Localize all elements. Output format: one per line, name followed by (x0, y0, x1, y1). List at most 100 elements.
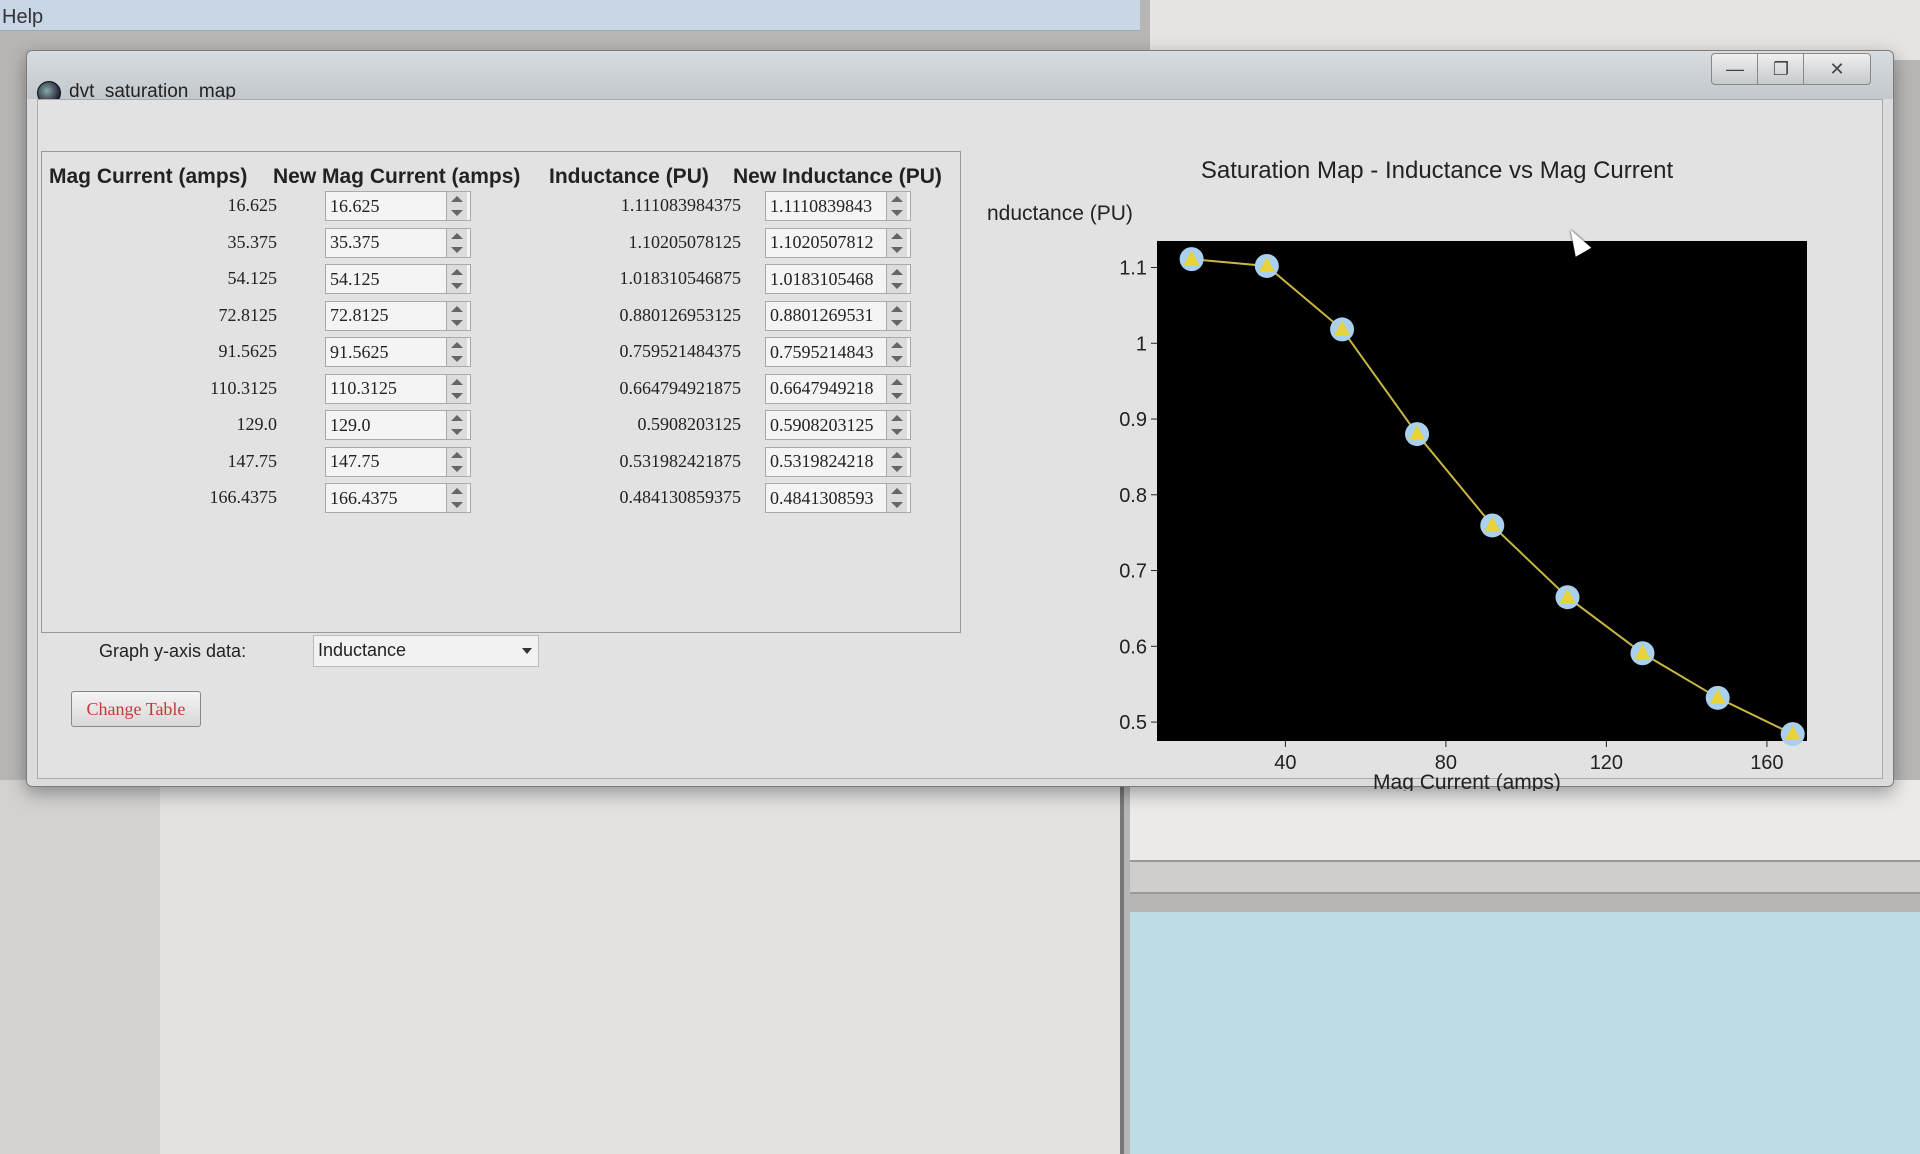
spinner-arrows-icon[interactable] (886, 228, 907, 257)
chart-x-axis-label: Mag Current (amps) (1373, 771, 1561, 791)
data-point (1780, 722, 1805, 747)
y-tick-label: 0.5 (1119, 712, 1147, 734)
spinner-arrows-icon[interactable] (886, 338, 907, 366)
header-new-mag-current: New Mag Current (amps) (273, 165, 521, 188)
data-point (1480, 513, 1505, 538)
spinner-arrows-icon[interactable] (446, 484, 467, 512)
new-mag-current-spinner[interactable] (325, 337, 471, 367)
spinner-arrows-icon[interactable] (446, 447, 467, 476)
background-right-strip (1130, 860, 1920, 894)
y-ticks: 0.5 0.6 0.7 0.8 0.9 1 1.1 (1119, 258, 1157, 734)
new-inductance-spinner[interactable] (765, 337, 911, 367)
help-menu[interactable]: Help (2, 6, 43, 29)
mag-current-cell: 35.375 (227, 231, 278, 252)
spinner-arrows-icon[interactable] (886, 301, 907, 330)
x-tick-label: 40 (1274, 752, 1296, 774)
background-right-panel (1130, 780, 1920, 860)
new-mag-current-spinner[interactable] (325, 227, 471, 258)
inductance-cell: 1.111083984375 (620, 195, 741, 215)
new-mag-current-spinner[interactable] (325, 264, 471, 294)
new-mag-current-spinner[interactable] (325, 446, 471, 477)
data-point (1179, 247, 1204, 272)
mag-current-cell: 110.3125 (210, 377, 277, 398)
inductance-cell: 0.484130859375 (619, 487, 742, 507)
spinner-arrows-icon[interactable] (446, 192, 467, 220)
mag-current-cell: 91.5625 (218, 341, 278, 361)
mag-current-cell: 54.125 (227, 268, 278, 288)
new-mag-current-spinner[interactable] (325, 410, 471, 440)
data-point (1330, 317, 1355, 342)
y-tick-label: 0.6 (1119, 636, 1147, 658)
background-main-panel (160, 780, 1124, 1154)
inductance-cell: 0.531982421875 (619, 450, 742, 471)
new-inductance-spinner[interactable] (765, 483, 911, 513)
data-point (1405, 422, 1430, 447)
spinner-arrows-icon[interactable] (446, 265, 467, 293)
new-mag-current-spinner[interactable] (325, 191, 471, 221)
spinner-arrows-icon[interactable] (886, 265, 907, 293)
chart-y-axis-label: Inductance (PU) (987, 202, 1133, 225)
inductance-cell: 0.759521484375 (619, 341, 742, 361)
chevron-down-icon (522, 648, 532, 654)
x-ticks: 40 80 120 160 (1274, 741, 1784, 774)
new-inductance-spinner[interactable] (765, 300, 911, 331)
y-tick-label: 1 (1136, 333, 1147, 355)
background-menubar: Help (0, 0, 1140, 31)
spinner-arrows-icon[interactable] (886, 411, 907, 439)
inductance-cell: 0.880126953125 (619, 304, 742, 325)
graph-y-axis-value: Inductance (318, 640, 407, 660)
new-mag-current-spinner[interactable] (325, 373, 471, 404)
new-inductance-spinner[interactable] (765, 373, 911, 404)
minimize-button[interactable]: — (1711, 53, 1759, 85)
plot-area (1157, 241, 1807, 741)
spinner-arrows-icon[interactable] (446, 338, 467, 366)
chart-title: Saturation Map - Inductance vs Mag Curre… (1201, 157, 1674, 184)
data-point (1555, 585, 1580, 610)
data-point (1630, 641, 1655, 666)
header-mag-current: Mag Current (amps) (49, 165, 248, 188)
graph-y-axis-label: Graph y-axis data: (99, 641, 247, 661)
header-inductance: Inductance (PU) (549, 165, 709, 188)
maximize-button[interactable]: ❐ (1757, 53, 1805, 85)
spinner-arrows-icon[interactable] (446, 411, 467, 439)
spinner-arrows-icon[interactable] (446, 301, 467, 330)
background-left-panel (0, 780, 162, 1154)
new-inductance-spinner[interactable] (765, 191, 911, 221)
close-button[interactable]: ✕ (1803, 53, 1871, 85)
background-blue-area (1130, 912, 1920, 1154)
x-tick-label: 120 (1590, 752, 1623, 774)
spinner-arrows-icon[interactable] (886, 192, 907, 220)
spinner-arrows-icon[interactable] (446, 374, 467, 403)
new-mag-current-spinner[interactable] (325, 300, 471, 331)
y-tick-label: 0.8 (1119, 485, 1147, 507)
spinner-arrows-icon[interactable] (886, 484, 907, 512)
graph-y-axis-select[interactable]: Inductance (313, 635, 539, 667)
new-inductance-spinner[interactable] (765, 410, 911, 440)
inductance-cell: 1.10205078125 (628, 231, 742, 252)
x-tick-label: 160 (1750, 752, 1783, 774)
new-mag-current-spinner[interactable] (325, 483, 471, 513)
spinner-arrows-icon[interactable] (446, 228, 467, 257)
y-tick-label: 1.1 (1119, 258, 1147, 280)
new-inductance-spinner[interactable] (765, 446, 911, 477)
header-new-inductance: New Inductance (PU) (733, 165, 942, 188)
saturation-chart: Saturation Map - Inductance vs Mag Curre… (987, 157, 1807, 791)
inductance-cell: 0.664794921875 (619, 377, 742, 398)
new-inductance-spinner[interactable] (765, 264, 911, 294)
change-table-button[interactable]: Change Table (71, 691, 201, 727)
y-tick-label: 0.7 (1119, 561, 1147, 583)
mag-current-cell: 129.0 (236, 414, 278, 434)
data-point (1254, 253, 1279, 278)
mag-current-cell: 72.8125 (218, 304, 278, 325)
mag-current-cell: 166.4375 (209, 487, 278, 507)
spinner-arrows-icon[interactable] (886, 374, 907, 403)
mag-current-cell: 16.625 (227, 195, 278, 215)
inductance-cell: 1.018310546875 (619, 268, 742, 288)
inductance-cell: 0.5908203125 (637, 414, 742, 434)
y-tick-label: 0.9 (1119, 409, 1147, 431)
new-inductance-spinner[interactable] (765, 227, 911, 258)
title-bar[interactable]: dvt_saturation_map — ❐ ✕ (27, 51, 1893, 105)
spinner-arrows-icon[interactable] (886, 447, 907, 476)
saturation-map-window: dvt_saturation_map — ❐ ✕ Mag Current (am… (26, 50, 1894, 791)
data-point (1705, 685, 1730, 710)
